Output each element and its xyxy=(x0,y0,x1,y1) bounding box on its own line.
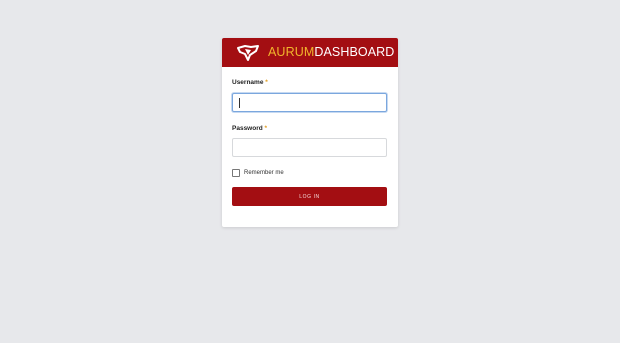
brand-name-part2: DASHBOARD xyxy=(314,45,395,60)
username-label-text: Username xyxy=(232,79,264,86)
password-label-text: Password xyxy=(232,124,263,132)
brand-name: AURUMDASHBOARD xyxy=(268,46,394,59)
password-label: Password * xyxy=(232,112,388,133)
username-label: Username * xyxy=(232,67,388,87)
map-shape-icon xyxy=(236,44,260,62)
login-button[interactable]: LOG IN xyxy=(232,187,387,206)
text-caret xyxy=(239,97,240,108)
login-form: Username * Password * Remember me LOG IN xyxy=(222,67,398,206)
remember-me-checkbox[interactable] xyxy=(232,169,240,177)
password-input[interactable] xyxy=(232,138,387,157)
brand-name-part1: AURUM xyxy=(268,45,315,60)
remember-me-label[interactable]: Remember me xyxy=(244,170,284,176)
brand-header: AURUMDASHBOARD xyxy=(222,38,398,67)
password-required-mark: * xyxy=(264,124,268,132)
login-card: AURUMDASHBOARD Username * Password * Rem… xyxy=(222,38,398,227)
remember-me-row[interactable]: Remember me xyxy=(232,169,388,177)
username-input[interactable] xyxy=(232,92,387,112)
username-required-mark: * xyxy=(265,79,268,86)
